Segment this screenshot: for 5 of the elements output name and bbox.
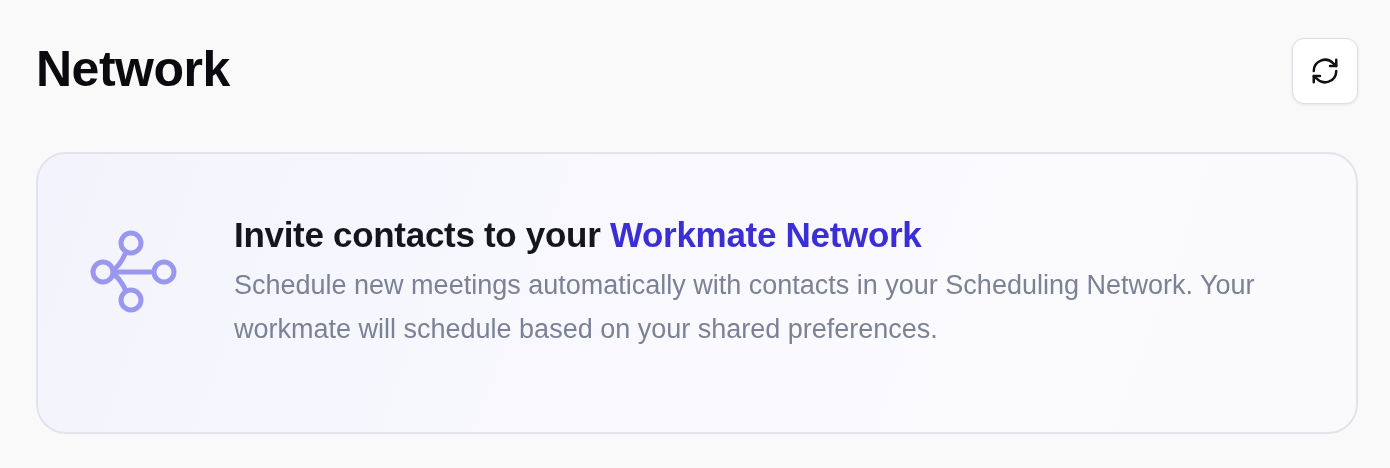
refresh-icon bbox=[1310, 56, 1340, 86]
page-title: Network bbox=[36, 40, 230, 98]
card-title: Invite contacts to your Workmate Network bbox=[234, 215, 923, 255]
refresh-button[interactable] bbox=[1292, 38, 1358, 104]
card-description: Schedule new meetings automatically with contacts in your Scheduling Network. Your workmate will schedule based on your shared preferences. bbox=[234, 269, 1256, 346]
